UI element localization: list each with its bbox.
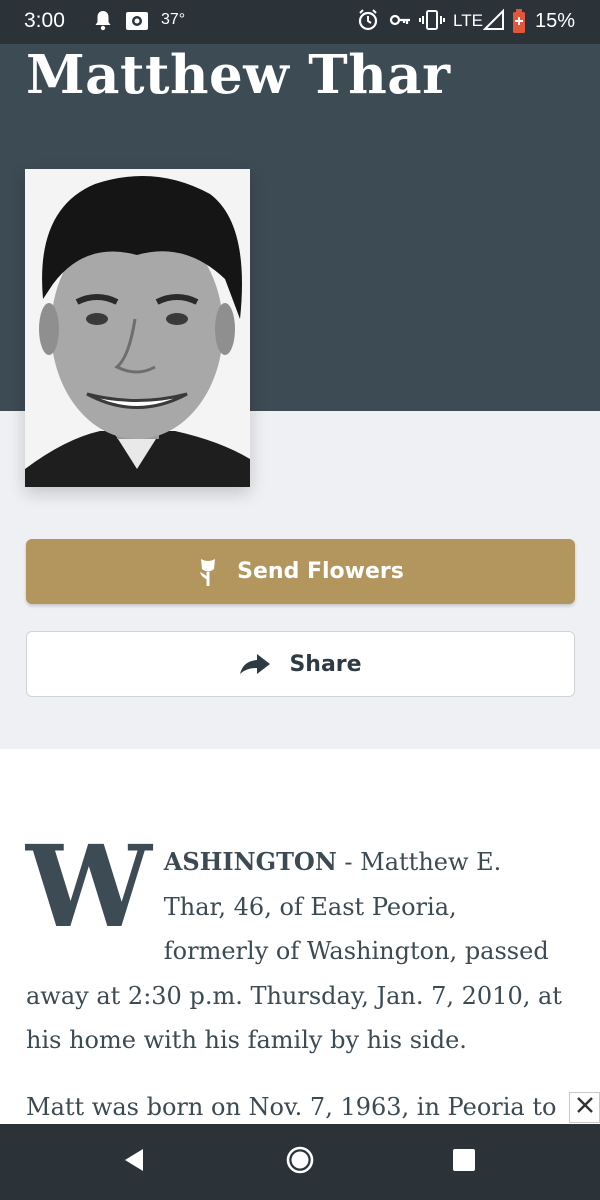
obituary-name: Matthew Thar bbox=[26, 44, 451, 106]
alarm-icon bbox=[357, 8, 379, 37]
portrait-photo[interactable] bbox=[25, 169, 250, 487]
recents-icon bbox=[452, 1148, 476, 1177]
home-icon bbox=[285, 1145, 315, 1180]
share-button[interactable]: Share bbox=[26, 631, 575, 697]
flower-icon bbox=[197, 556, 219, 588]
recents-button[interactable] bbox=[448, 1146, 480, 1178]
network-type: LTE bbox=[453, 11, 483, 30]
drop-cap: W bbox=[26, 822, 152, 953]
status-bar: 3:00 37° LTE 15% bbox=[0, 0, 600, 44]
share-arrow-icon bbox=[239, 652, 271, 676]
notification-bell-icon bbox=[93, 8, 113, 37]
vibrate-icon bbox=[419, 8, 445, 37]
vpn-key-icon bbox=[388, 8, 412, 37]
article-second-paragraph: Matt was born on Nov. 7, 1963, in Peoria… bbox=[26, 1093, 557, 1121]
send-flowers-label: Send Flowers bbox=[237, 559, 404, 584]
clock: 3:00 bbox=[24, 9, 65, 32]
temperature: 37° bbox=[161, 11, 186, 28]
back-icon bbox=[121, 1147, 147, 1178]
battery-percent: 15% bbox=[535, 10, 576, 32]
home-button[interactable] bbox=[284, 1146, 316, 1178]
ad-close-button[interactable] bbox=[569, 1092, 600, 1123]
signal-icon bbox=[482, 8, 505, 37]
battery-icon bbox=[512, 8, 526, 39]
lead-word: ASHINGTON bbox=[163, 847, 337, 876]
portrait-image bbox=[25, 169, 250, 487]
article-first-paragraph: W ASHINGTON - Matthew E. Thar, 46, of Eas… bbox=[26, 822, 566, 1063]
close-icon bbox=[576, 1096, 594, 1119]
obituary-article: W ASHINGTON - Matthew E. Thar, 46, of Eas… bbox=[26, 822, 566, 1063]
share-label: Share bbox=[289, 651, 362, 677]
back-button[interactable] bbox=[118, 1146, 150, 1178]
photo-app-icon bbox=[124, 8, 150, 39]
send-flowers-button[interactable]: Send Flowers bbox=[26, 539, 575, 604]
navigation-bar bbox=[0, 1124, 600, 1200]
